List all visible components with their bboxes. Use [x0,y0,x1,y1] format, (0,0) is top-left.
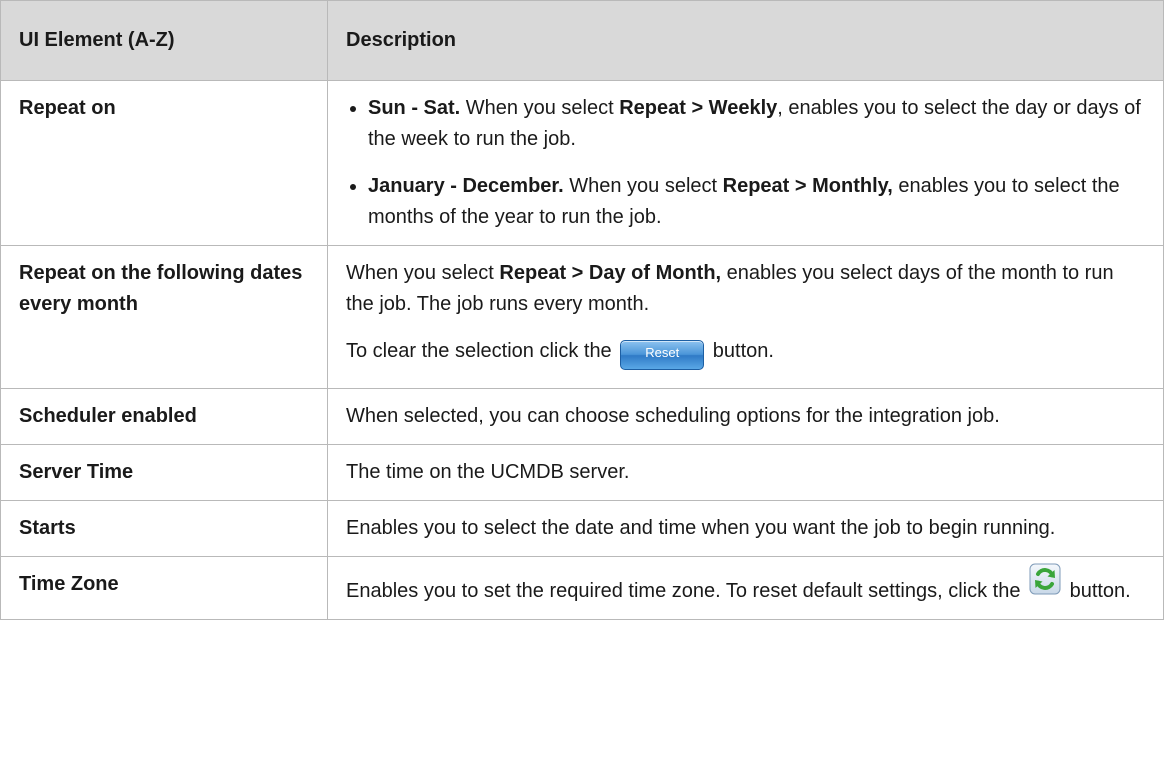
table-row: Scheduler enabled When selected, you can… [0,388,1164,445]
ui-element-name: Time Zone [0,556,328,620]
ui-element-description: Sun - Sat. When you select Repeat > Week… [327,80,1164,246]
table-row: Starts Enables you to select the date an… [0,500,1164,557]
list-item: January - December. When you select Repe… [346,171,1145,233]
description-text: To clear the selection click the [346,340,618,362]
bullet-lead: Sun - Sat. [368,97,461,119]
ui-element-name: Repeat on [0,80,328,246]
table-row: Repeat on Sun - Sat. When you select Rep… [0,80,1164,246]
column-header-description: Description [327,0,1164,81]
description-text: button. [1064,580,1131,602]
ui-elements-table: UI Element (A-Z) Description Repeat on S… [0,0,1164,620]
table-header-row: UI Element (A-Z) Description [0,0,1164,81]
ui-element-name: Repeat on the following dates every mont… [0,245,328,389]
table-row: Repeat on the following dates every mont… [0,245,1164,389]
ui-element-description: The time on the UCMDB server. [327,444,1164,501]
bullet-list: Sun - Sat. When you select Repeat > Week… [346,93,1145,233]
ui-element-description: Enables you to select the date and time … [327,500,1164,557]
table-row: Server Time The time on the UCMDB server… [0,444,1164,501]
bullet-lead: January - December. [368,175,564,197]
menu-path: Repeat > Monthly, [722,175,893,197]
menu-path: Repeat > Weekly [619,97,778,119]
description-text: Enables you to set the required time zon… [346,580,1027,602]
ui-element-description: When selected, you can choose scheduling… [327,388,1164,445]
description-paragraph: When you select Repeat > Day of Month, e… [346,258,1145,320]
refresh-icon-graphic [1029,563,1061,595]
description-paragraph: To clear the selection click the Reset b… [346,336,1145,376]
column-header-ui-element: UI Element (A-Z) [0,0,328,81]
description-text: When you select [346,262,500,284]
table-row: Time Zone Enables you to set the require… [0,556,1164,620]
refresh-icon [1029,563,1061,595]
ui-element-description: When you select Repeat > Day of Month, e… [327,245,1164,389]
list-item: Sun - Sat. When you select Repeat > Week… [346,93,1145,155]
description-text: button. [707,340,774,362]
ui-element-name: Starts [0,500,328,557]
bullet-text: When you select [460,97,620,119]
reset-button: Reset [620,340,705,370]
ui-element-name: Server Time [0,444,328,501]
bullet-text: When you select [563,175,723,197]
menu-path: Repeat > Day of Month, [499,262,722,284]
ui-element-description: Enables you to set the required time zon… [327,556,1164,620]
ui-element-name: Scheduler enabled [0,388,328,445]
